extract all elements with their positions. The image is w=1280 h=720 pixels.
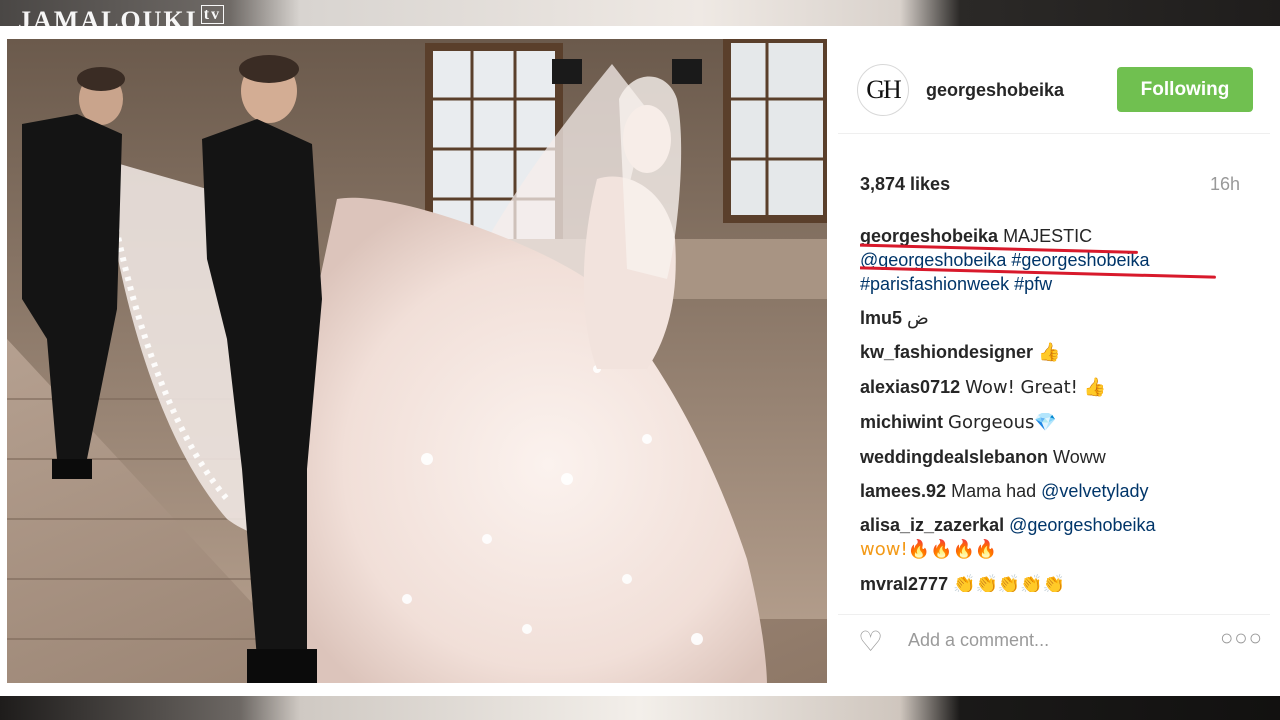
avatar[interactable]: GH bbox=[857, 64, 909, 116]
comment-item: alisa_iz_zazerkal @georgeshobeika wow!🔥🔥… bbox=[860, 513, 1260, 562]
caption-hashtag[interactable]: #parisfashionweek bbox=[860, 274, 1009, 294]
comment-text: 👍 bbox=[1038, 342, 1061, 363]
comment-item: weddingdealslebanon Woww bbox=[860, 445, 1260, 469]
caption-hashtag[interactable]: #pfw bbox=[1014, 274, 1052, 294]
bridal-gown-illustration bbox=[7, 39, 827, 683]
comment-item: lamees.92 Mama had @velvetylady bbox=[860, 479, 1260, 503]
post-photo[interactable] bbox=[7, 39, 827, 683]
comment-username[interactable]: lamees.92 bbox=[860, 481, 946, 501]
post-header: GH georgeshobeika Following bbox=[838, 64, 1270, 118]
caption: georgeshobeika MAJESTIC @georgeshobeika … bbox=[860, 224, 1260, 296]
post-sidebar: GH georgeshobeika Following 3,874 likes … bbox=[838, 26, 1270, 696]
caption-text: MAJESTIC bbox=[1003, 226, 1093, 246]
comment-username[interactable]: alexias0712 bbox=[860, 377, 960, 397]
instagram-post-card: GH georgeshobeika Following 3,874 likes … bbox=[0, 26, 1280, 696]
comment-item: kw_fashiondesigner 👍 bbox=[860, 340, 1260, 365]
post-author-username[interactable]: georgeshobeika bbox=[926, 80, 1064, 101]
heart-icon[interactable]: ♡ bbox=[858, 625, 883, 658]
following-button[interactable]: Following bbox=[1117, 67, 1253, 112]
comment-text: Mama had bbox=[951, 481, 1037, 501]
comment-username[interactable]: lmu5 bbox=[860, 308, 902, 328]
comment-text: wow!🔥🔥🔥🔥 bbox=[860, 539, 998, 560]
comment-text: ض bbox=[907, 308, 929, 328]
comment-mention[interactable]: @velvetylady bbox=[1041, 481, 1148, 501]
likes-count[interactable]: 3,874 likes bbox=[860, 174, 950, 195]
watermark-suffix: tv bbox=[200, 5, 225, 24]
comment-mention[interactable]: @georgeshobeika bbox=[1009, 515, 1155, 535]
comments-list: georgeshobeika MAJESTIC @georgeshobeika … bbox=[860, 224, 1260, 592]
comment-username[interactable]: mvral2777 bbox=[860, 574, 948, 592]
add-comment-input[interactable] bbox=[906, 626, 1180, 654]
comment-username[interactable]: alisa_iz_zazerkal bbox=[860, 515, 1004, 535]
post-timestamp[interactable]: 16h bbox=[1210, 174, 1240, 195]
comment-item: lmu5 ض bbox=[860, 306, 1260, 330]
comment-text: Gorgeous💎 bbox=[948, 412, 1057, 433]
comment-username[interactable]: kw_fashiondesigner bbox=[860, 342, 1033, 362]
comment-text: Woww bbox=[1053, 447, 1106, 467]
comment-text: 👏👏👏👏👏 bbox=[953, 574, 1066, 592]
comment-username[interactable]: michiwint bbox=[860, 412, 943, 432]
more-options-icon[interactable]: ○○○ bbox=[1220, 625, 1263, 651]
comment-item: alexias0712 Wow! Great! 👍 bbox=[860, 375, 1260, 400]
comment-item: michiwint Gorgeous💎 bbox=[860, 410, 1260, 435]
avatar-initials: GH bbox=[866, 75, 902, 104]
comment-item: mvral2777 👏👏👏👏👏 bbox=[860, 572, 1260, 592]
comment-username[interactable]: georgeshobeika bbox=[860, 226, 998, 246]
header-divider bbox=[838, 133, 1270, 134]
comment-username[interactable]: weddingdealslebanon bbox=[860, 447, 1048, 467]
add-comment-bar: ♡ ○○○ bbox=[838, 614, 1270, 665]
comment-text: Wow! Great! 👍 bbox=[965, 377, 1107, 398]
